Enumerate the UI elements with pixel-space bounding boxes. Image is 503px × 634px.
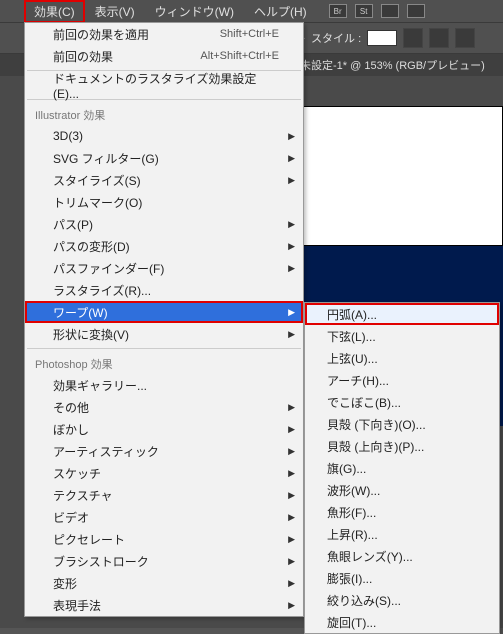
menu-distort-transform[interactable]: パスの変形(D)▶ (25, 235, 303, 257)
shortcut-text: Alt+Shift+Ctrl+E (200, 50, 279, 62)
warp-arc-lower[interactable]: 下弦(L)... (305, 325, 499, 347)
menu-video[interactable]: ビデオ▶ (25, 506, 303, 528)
menu-help[interactable]: ヘルプ(H) (244, 0, 317, 23)
menu-svg-filter[interactable]: SVG フィルター(G)▶ (25, 147, 303, 169)
warp-flag[interactable]: 旗(G)... (305, 457, 499, 479)
document-tab[interactable]: 未設定-1* @ 153% (RGB/プレビュー) (300, 57, 485, 73)
menu-rasterize-settings[interactable]: ドキュメントのラスタライズ効果設定(E)... (25, 74, 303, 96)
chevron-right-icon: ▶ (288, 446, 295, 457)
menu-sketch[interactable]: スケッチ▶ (25, 462, 303, 484)
menu-distort[interactable]: 変形▶ (25, 572, 303, 594)
warp-arc-upper[interactable]: 上弦(U)... (305, 347, 499, 369)
chevron-right-icon: ▶ (288, 219, 295, 230)
warp-shell-lower[interactable]: 貝殻 (下向き)(O)... (305, 413, 499, 435)
menu-path[interactable]: パス(P)▶ (25, 213, 303, 235)
warp-shell-upper[interactable]: 貝殻 (上向き)(P)... (305, 435, 499, 457)
warp-wave[interactable]: 波形(W)... (305, 479, 499, 501)
menu-texture[interactable]: テクスチャ▶ (25, 484, 303, 506)
chevron-right-icon: ▶ (288, 556, 295, 567)
warp-twist[interactable]: 旋回(T)... (305, 611, 499, 633)
chevron-right-icon: ▶ (288, 512, 295, 523)
effect-menu: 前回の効果を適用 Shift+Ctrl+E 前回の効果 Alt+Shift+Ct… (24, 22, 304, 617)
chevron-right-icon: ▶ (288, 131, 295, 142)
menu-pathfinder[interactable]: パスファインダー(F)▶ (25, 257, 303, 279)
chevron-right-icon: ▶ (288, 329, 295, 340)
warp-submenu: 円弧(A)... 下弦(L)... 上弦(U)... アーチ(H)... でこぼ… (304, 302, 500, 634)
menu-rasterize[interactable]: ラスタライズ(R)... (25, 279, 303, 301)
chevron-right-icon: ▶ (288, 307, 295, 318)
warp-inflate[interactable]: 膨張(I)... (305, 567, 499, 589)
menu-other[interactable]: その他▶ (25, 396, 303, 418)
bridge-icon[interactable]: Br (329, 4, 347, 18)
menu-blur[interactable]: ぼかし▶ (25, 418, 303, 440)
warp-rise[interactable]: 上昇(R)... (305, 523, 499, 545)
menu-warp[interactable]: ワープ(W)▶ (25, 301, 303, 323)
stock-icon[interactable]: St (355, 4, 373, 18)
warp-arc[interactable]: 円弧(A)... (305, 303, 499, 325)
warp-fisheye[interactable]: 魚眼レンズ(Y)... (305, 545, 499, 567)
shortcut-text: Shift+Ctrl+E (220, 28, 279, 40)
chevron-right-icon: ▶ (288, 263, 295, 274)
separator (27, 348, 301, 349)
arrange-icon[interactable] (381, 4, 399, 18)
chevron-right-icon: ▶ (288, 424, 295, 435)
chevron-right-icon: ▶ (288, 534, 295, 545)
warp-squeeze[interactable]: 絞り込み(S)... (305, 589, 499, 611)
toolbar-button-3[interactable] (455, 28, 475, 48)
chevron-right-icon: ▶ (288, 600, 295, 611)
menu-brush-strokes[interactable]: ブラシストローク▶ (25, 550, 303, 572)
chevron-right-icon: ▶ (288, 241, 295, 252)
menu-artistic[interactable]: アーティスティック▶ (25, 440, 303, 462)
section-header-photoshop: Photoshop 効果 (25, 352, 303, 374)
toolbar-button-1[interactable] (403, 28, 423, 48)
menu-effect[interactable]: 効果(C) (24, 0, 85, 23)
warp-arch[interactable]: アーチ(H)... (305, 369, 499, 391)
menu-pixelate[interactable]: ピクセレート▶ (25, 528, 303, 550)
toolbar-button-2[interactable] (429, 28, 449, 48)
style-label: スタイル : (311, 30, 361, 46)
chevron-right-icon: ▶ (288, 175, 295, 186)
section-header-illustrator: Illustrator 効果 (25, 103, 303, 125)
menu-last-effect[interactable]: 前回の効果 Alt+Shift+Ctrl+E (25, 45, 303, 67)
chevron-right-icon: ▶ (288, 402, 295, 413)
menu-view[interactable]: 表示(V) (85, 0, 145, 23)
menu-apply-last-effect[interactable]: 前回の効果を適用 Shift+Ctrl+E (25, 23, 303, 45)
style-swatch[interactable] (367, 30, 397, 46)
menu-convert-to-shape[interactable]: 形状に変換(V)▶ (25, 323, 303, 345)
chevron-right-icon: ▶ (288, 490, 295, 501)
warp-fish[interactable]: 魚形(F)... (305, 501, 499, 523)
menu-3d[interactable]: 3D(3)▶ (25, 125, 303, 147)
chevron-right-icon: ▶ (288, 468, 295, 479)
screen-icon[interactable] (407, 4, 425, 18)
menu-trim-marks[interactable]: トリムマーク(O) (25, 191, 303, 213)
menubar: 効果(C) 表示(V) ウィンドウ(W) ヘルプ(H) Br St (0, 0, 503, 22)
chevron-right-icon: ▶ (288, 578, 295, 589)
menu-stylize[interactable]: スタイライズ(S)▶ (25, 169, 303, 191)
warp-bulge[interactable]: でこぼこ(B)... (305, 391, 499, 413)
menu-window[interactable]: ウィンドウ(W) (145, 0, 244, 23)
menu-stylize-ps[interactable]: 表現手法▶ (25, 594, 303, 616)
menu-effect-gallery[interactable]: 効果ギャラリー... (25, 374, 303, 396)
artboard[interactable] (300, 106, 503, 246)
chevron-right-icon: ▶ (288, 153, 295, 164)
